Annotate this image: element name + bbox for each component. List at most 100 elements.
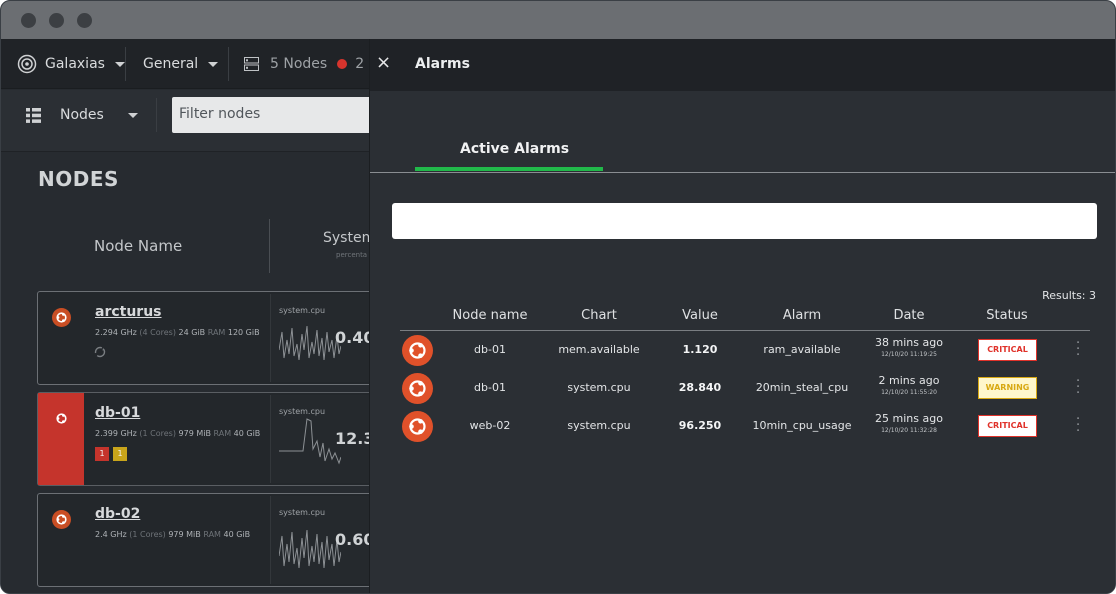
divider: [156, 98, 157, 132]
app-window: Galaxias General 5 Nodes 2 Nodes Filter …: [0, 0, 1116, 594]
critical-alarm-badge[interactable]: 1: [95, 447, 109, 461]
view-label: Nodes: [60, 107, 104, 123]
chevron-down-icon: [208, 61, 219, 67]
alarms-search-input[interactable]: [392, 203, 1097, 239]
ubuntu-os-icon: [52, 308, 71, 327]
column-header-node-name[interactable]: Node name: [450, 308, 530, 323]
divider: [125, 47, 126, 81]
tabs-divider: [370, 172, 1115, 173]
alarm-date-relative: 2 mins ago: [878, 374, 940, 387]
alarm-date-absolute: 12/10/20 11:32:28: [881, 427, 937, 434]
node-specs: 2.399 GHz (1 Cores) 979 MiB RAM 40 GiB: [95, 429, 260, 438]
server-icon: [244, 57, 259, 71]
alarm-node-name: db-01: [474, 343, 506, 356]
view-selector[interactable]: Nodes: [26, 90, 138, 140]
window-titlebar: [1, 1, 1115, 39]
active-tab-indicator: [415, 167, 603, 171]
node-name-link[interactable]: arcturus: [95, 304, 162, 320]
sparkline-graph: [279, 529, 341, 569]
alarm-row[interactable]: db-01 mem.available 1.120 ram_available …: [400, 331, 1090, 369]
cpu-sparkline[interactable]: system.cpu 0.60: [270, 496, 378, 584]
column-divider: [269, 219, 270, 273]
cpu-sparkline[interactable]: system.cpu 0.40: [270, 294, 378, 382]
alarm-date-relative: 25 mins ago: [875, 412, 943, 425]
room-selector[interactable]: General: [143, 39, 219, 89]
status-badge: CRITICAL: [978, 339, 1037, 361]
alarm-chart: system.cpu: [567, 381, 631, 394]
disk-size: 120 GiB: [227, 328, 260, 337]
alarm-date-absolute: 12/10/20 11:55:20: [881, 389, 937, 396]
warning-alarm-badge[interactable]: 1: [113, 447, 127, 461]
node-name-link[interactable]: db-01: [95, 405, 140, 421]
close-icon[interactable]: ×: [376, 52, 391, 73]
tab-active-alarms[interactable]: Active Alarms: [460, 141, 569, 157]
divider: [228, 47, 229, 81]
alarm-row[interactable]: web-02 system.cpu 96.250 10min_cpu_usage…: [400, 407, 1090, 445]
cpu-freq: 2.399 GHz: [95, 429, 137, 438]
alarm-chart: mem.available: [558, 343, 640, 356]
cpu-sparkline[interactable]: system.cpu 12.3: [270, 395, 378, 483]
ram-size: 979 MiB: [168, 530, 201, 539]
node-name-column-header[interactable]: Node Name: [94, 237, 182, 255]
column-header-status[interactable]: Status: [967, 308, 1047, 323]
cpu-freq: 2.4 GHz: [95, 530, 127, 539]
alarm-value: 96.250: [678, 419, 722, 432]
sync-icon: [94, 346, 106, 358]
sparkline-chart-label: system.cpu: [279, 306, 326, 315]
window-minimize-dot[interactable]: [49, 13, 64, 28]
column-header-date[interactable]: Date: [869, 308, 949, 323]
node-card-status-strip: [38, 494, 84, 586]
window-maximize-dot[interactable]: [77, 13, 92, 28]
disk-size: 40 GiB: [223, 530, 251, 539]
alarm-node-name: web-02: [469, 419, 511, 432]
alarms-panel: × Alarms Active Alarms Results: 3 Node n…: [369, 39, 1115, 593]
alarm-date-relative: 38 mins ago: [875, 336, 943, 349]
cpu-cores: (1 Cores): [129, 530, 166, 539]
ram-label: RAM: [213, 429, 232, 438]
node-card-status-strip: [38, 393, 84, 485]
room-name: General: [143, 56, 199, 72]
alarm-name: ram_available: [763, 343, 841, 356]
column-header-value[interactable]: Value: [660, 308, 740, 323]
more-options-icon[interactable]: · · ·: [1076, 337, 1080, 362]
node-card-arcturus[interactable]: arcturus 2.294 GHz (4 Cores) 24 GiB RAM …: [37, 291, 378, 385]
node-card-status-strip: [38, 292, 84, 384]
chevron-down-icon: [127, 112, 138, 118]
ubuntu-os-icon: [402, 411, 433, 442]
sparkline-graph: [279, 418, 341, 465]
alarms-panel-header: × Alarms: [370, 39, 1115, 91]
column-header-alarm[interactable]: Alarm: [762, 308, 842, 323]
ubuntu-os-icon: [52, 409, 71, 428]
alarm-row[interactable]: db-01 system.cpu 28.840 20min_steal_cpu …: [400, 369, 1090, 407]
status-badge: CRITICAL: [978, 415, 1037, 437]
node-card-db-01[interactable]: db-01 2.399 GHz (1 Cores) 979 MiB RAM 40…: [37, 392, 378, 486]
alarm-value: 1.120: [682, 343, 718, 356]
nodes-count: 5 Nodes: [270, 56, 328, 72]
system-column-header[interactable]: System: [323, 230, 375, 246]
alarm-value: 28.840: [678, 381, 722, 394]
ubuntu-os-icon: [402, 335, 433, 366]
status-badge: WARNING: [978, 377, 1037, 399]
node-name-link[interactable]: db-02: [95, 506, 140, 522]
nodes-summary[interactable]: 5 Nodes 2: [244, 39, 382, 89]
more-options-icon[interactable]: · · ·: [1076, 413, 1080, 438]
system-column-subheader: percenta: [336, 251, 368, 259]
space-logo-icon: [17, 54, 37, 74]
alarm-date-absolute: 12/10/20 11:19:25: [881, 351, 937, 358]
grid-list-icon: [26, 107, 41, 123]
ram-size: 24 GiB: [178, 328, 206, 337]
node-specs: 2.4 GHz (1 Cores) 979 MiB RAM 40 GiB: [95, 530, 250, 539]
ram-label: RAM: [207, 328, 226, 337]
cpu-cores: (4 Cores): [139, 328, 176, 337]
nodes-title: NODES: [38, 167, 119, 191]
alarm-name: 10min_cpu_usage: [752, 419, 852, 432]
more-options-icon[interactable]: · · ·: [1076, 375, 1080, 400]
space-selector[interactable]: Galaxias: [17, 39, 125, 89]
ubuntu-os-icon: [402, 373, 433, 404]
cpu-freq: 2.294 GHz: [95, 328, 137, 337]
ubuntu-os-icon: [52, 510, 71, 529]
window-close-dot[interactable]: [21, 13, 36, 28]
column-header-chart[interactable]: Chart: [559, 308, 639, 323]
node-card-db-02[interactable]: db-02 2.4 GHz (1 Cores) 979 MiB RAM 40 G…: [37, 493, 378, 587]
critical-dot-icon: [337, 59, 348, 69]
